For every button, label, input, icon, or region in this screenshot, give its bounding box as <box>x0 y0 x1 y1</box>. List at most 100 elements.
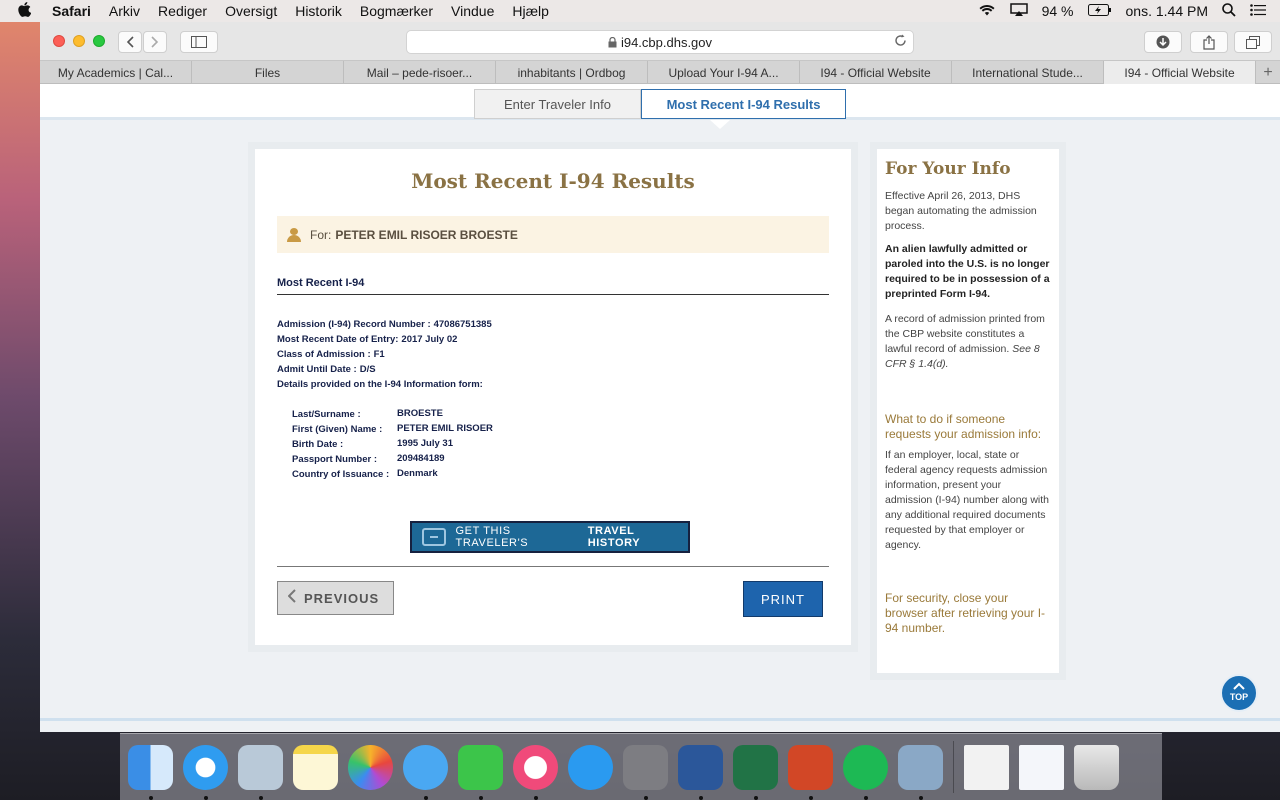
browser-tab[interactable]: inhabitants | Ordbog <box>496 61 648 84</box>
browser-tab[interactable]: My Academics | Cal... <box>40 61 192 84</box>
for-label: For: <box>310 227 332 242</box>
download-icon <box>1156 35 1170 49</box>
info-sidebar: For Your Info Effective April 26, 2013, … <box>870 142 1066 680</box>
excel-icon[interactable] <box>733 744 778 800</box>
notification-center-icon[interactable] <box>1250 3 1266 19</box>
airplay-icon[interactable] <box>1009 2 1028 20</box>
zoom-window-button[interactable] <box>93 35 105 47</box>
detail-value: Denmark <box>397 468 438 479</box>
menu-edit[interactable]: Rediger <box>158 3 207 19</box>
sidebar-toggle-button[interactable] <box>180 31 218 53</box>
browser-tab[interactable]: Files <box>192 61 344 84</box>
forward-button[interactable] <box>143 31 167 53</box>
class-label: Class of Admission : <box>277 349 371 360</box>
travel-history-label: GET THIS TRAVELER'S <box>455 525 529 549</box>
page-footer-line <box>40 718 1280 721</box>
info-paragraph: Effective April 26, 2013, DHS began auto… <box>885 190 1037 232</box>
finder-icon[interactable] <box>128 744 173 800</box>
briefcase-icon <box>422 528 446 546</box>
detail-value: BROESTE <box>397 408 443 419</box>
sidebar-icon <box>191 36 207 48</box>
web-page: Enter Traveler Info Most Recent I-94 Res… <box>40 84 1280 732</box>
clock[interactable]: ons. 1.44 PM <box>1126 3 1209 19</box>
mail-icon[interactable] <box>238 744 283 800</box>
menu-view[interactable]: Oversigt <box>225 3 277 19</box>
battery-icon[interactable] <box>1087 3 1112 19</box>
safari-icon[interactable] <box>183 744 228 800</box>
menu-window[interactable]: Vindue <box>451 3 494 19</box>
browser-tab[interactable]: I94 - Official Website <box>800 61 952 84</box>
tab-overview-button[interactable] <box>1234 31 1272 53</box>
dock-separator <box>953 741 954 793</box>
divider <box>277 566 829 567</box>
preview-icon[interactable] <box>898 744 943 800</box>
travel-history-button[interactable]: GET THIS TRAVELER'S TRAVEL HISTORY <box>410 521 690 553</box>
info-paragraph: A record of admission printed from the C… <box>885 312 1051 372</box>
back-to-top-button[interactable]: TOP <box>1220 674 1258 712</box>
word-document-thumbnail-icon[interactable] <box>1019 744 1064 790</box>
word-icon[interactable] <box>678 744 723 800</box>
trash-icon[interactable] <box>1074 744 1119 790</box>
apple-icon[interactable] <box>18 2 38 20</box>
browser-toolbar: i94.cbp.dhs.gov <box>40 22 1280 60</box>
share-icon <box>1203 34 1215 50</box>
admit-until-value: D/S <box>359 364 376 375</box>
messages-icon[interactable] <box>403 744 448 800</box>
tab-most-recent-results[interactable]: Most Recent I-94 Results <box>641 89 846 119</box>
address-bar[interactable]: i94.cbp.dhs.gov <box>406 30 914 54</box>
info-heading: What to do if someone requests your admi… <box>885 412 1042 441</box>
facetime-icon[interactable] <box>458 744 503 800</box>
detail-value: 209484189 <box>397 453 445 464</box>
menu-history[interactable]: Historik <box>295 3 342 19</box>
person-icon <box>287 227 301 242</box>
previous-button[interactable]: PREVIOUS <box>277 581 394 615</box>
chevron-up-icon <box>1222 682 1256 692</box>
menu-bookmarks[interactable]: Bogmærker <box>360 3 433 19</box>
back-button[interactable] <box>118 31 142 53</box>
menu-app-name[interactable]: Safari <box>52 3 91 19</box>
browser-tab-active[interactable]: I94 - Official Website <box>1104 61 1256 84</box>
spotlight-search-icon[interactable] <box>1222 2 1236 20</box>
browser-tab[interactable]: Mail – pede-risoer... <box>344 61 496 84</box>
section-title: Most Recent I-94 <box>277 277 829 295</box>
share-button[interactable] <box>1190 31 1228 53</box>
chevron-left-icon <box>287 588 296 608</box>
record-number-label: Admission (I-94) Record Number : <box>277 319 431 330</box>
battery-percent: 94 % <box>1041 3 1074 19</box>
detail-value: 1995 July 31 <box>397 438 453 449</box>
wifi-icon[interactable] <box>978 3 996 19</box>
menu-help[interactable]: Hjælp <box>512 3 549 19</box>
tab-enter-traveler-info[interactable]: Enter Traveler Info <box>474 89 641 119</box>
spotify-icon[interactable] <box>843 744 888 800</box>
page-title: Most Recent I-94 Results <box>411 169 695 193</box>
system-preferences-icon[interactable] <box>623 744 668 800</box>
new-tab-button[interactable]: + <box>1256 61 1280 84</box>
print-button[interactable]: PRINT <box>743 581 823 617</box>
info-paragraph-bold: An alien lawfully admitted or paroled in… <box>885 243 1050 300</box>
browser-tab[interactable]: International Stude... <box>952 61 1104 84</box>
previous-label: PREVIOUS <box>304 590 380 606</box>
entry-date-value: 2017 July 02 <box>401 334 458 345</box>
minimize-window-button[interactable] <box>73 35 85 47</box>
detail-label: Country of Issuance : <box>292 469 390 480</box>
photos-icon[interactable] <box>348 744 393 790</box>
detail-label: Last/Surname : <box>292 409 361 420</box>
itunes-icon[interactable] <box>513 744 558 800</box>
security-note: For security, close your browser after r… <box>885 591 1046 635</box>
app-store-icon[interactable] <box>568 744 613 790</box>
downloads-button[interactable] <box>1144 31 1182 53</box>
powerpoint-icon[interactable] <box>788 744 833 800</box>
admit-until-row: Admit Until Date : D/S <box>277 364 376 375</box>
results-card: Most Recent I-94 Results For: PETER EMIL… <box>255 149 851 645</box>
menu-file[interactable]: Arkiv <box>109 3 140 19</box>
reload-icon[interactable] <box>894 34 907 50</box>
record-number-row: Admission (I-94) Record Number :47086751… <box>277 319 492 330</box>
lock-icon <box>608 36 617 47</box>
document-thumbnail-icon[interactable] <box>964 744 1009 790</box>
safari-window: i94.cbp.dhs.gov My Academics | Cal... Fi… <box>40 22 1280 732</box>
page-tab-strip: Enter Traveler Info Most Recent I-94 Res… <box>40 84 1280 120</box>
close-window-button[interactable] <box>53 35 65 47</box>
browser-tab[interactable]: Upload Your I-94 A... <box>648 61 800 84</box>
notes-icon[interactable] <box>293 744 338 790</box>
record-number-value: 47086751385 <box>433 319 492 330</box>
